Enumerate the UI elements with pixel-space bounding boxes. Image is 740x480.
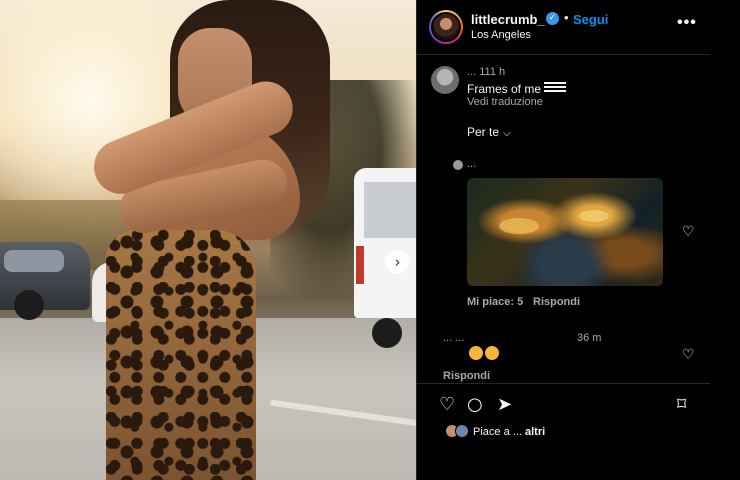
post-header: littlecrumb_ ✓ • Segui Los Angeles ••• bbox=[417, 0, 711, 55]
photo-wheel bbox=[14, 290, 44, 320]
share-icon[interactable]: ➤ bbox=[497, 396, 512, 414]
liked-by-prefix: Piace a bbox=[473, 426, 510, 438]
emoji-icon bbox=[469, 346, 483, 360]
comment-gif[interactable] bbox=[467, 178, 663, 286]
bookmark-icon[interactable]: ⌑ bbox=[677, 396, 686, 414]
liked-by-text[interactable]: Piace a ... altri bbox=[473, 426, 545, 438]
comment-likes-count[interactable]: Mi piace: 5 bbox=[467, 296, 523, 308]
like-heart-icon[interactable]: ♡ bbox=[439, 396, 455, 414]
comment-username[interactable]: ... bbox=[467, 158, 476, 170]
photo-wheel bbox=[372, 318, 402, 348]
comment-username[interactable]: ... ... bbox=[443, 332, 464, 344]
photo-van bbox=[354, 168, 416, 318]
follow-button[interactable]: Segui bbox=[573, 12, 608, 27]
avatar[interactable] bbox=[455, 424, 469, 438]
liked-by-others[interactable]: altri bbox=[525, 426, 545, 438]
photo-model-dress bbox=[106, 230, 256, 480]
like-comment-heart-icon[interactable]: ♡ bbox=[682, 348, 695, 362]
post-username[interactable]: littlecrumb_ bbox=[471, 12, 545, 27]
comment-icon[interactable]: ○ bbox=[467, 396, 483, 414]
reply-button[interactable]: Rispondi bbox=[443, 370, 490, 382]
see-translation-link[interactable]: Vedi traduzione bbox=[467, 96, 543, 108]
window-margin bbox=[710, 0, 740, 480]
post-location[interactable]: Los Angeles bbox=[471, 29, 531, 41]
more-options-icon[interactable]: ••• bbox=[677, 14, 697, 32]
emoji-icon bbox=[485, 346, 499, 360]
separator-dot: • bbox=[564, 10, 569, 25]
post-photo: › bbox=[0, 0, 416, 480]
comment-timestamp: 36 m bbox=[577, 332, 602, 344]
chevron-down-icon: ⌵ bbox=[503, 128, 511, 139]
verified-badge-icon: ✓ bbox=[546, 12, 559, 25]
divider bbox=[417, 383, 711, 384]
avatar[interactable] bbox=[453, 160, 463, 170]
caption-text-value: Frames of me bbox=[467, 82, 542, 96]
reply-button[interactable]: Rispondi bbox=[533, 296, 580, 308]
photo-car-dark bbox=[0, 242, 90, 310]
caption-text: Frames of me bbox=[467, 82, 567, 96]
flag-icon bbox=[544, 82, 567, 94]
avatar[interactable] bbox=[431, 66, 459, 94]
comment-filter-label: Per te bbox=[467, 125, 500, 139]
like-comment-heart-icon[interactable]: ♡ bbox=[682, 225, 695, 239]
comment-filter-dropdown[interactable]: Per te ⌵ bbox=[467, 125, 511, 139]
avatar[interactable] bbox=[429, 10, 463, 44]
chevron-right-icon: › bbox=[394, 252, 401, 271]
next-image-button[interactable]: › bbox=[385, 250, 409, 274]
post-details-panel: littlecrumb_ ✓ • Segui Los Angeles ••• .… bbox=[416, 0, 711, 480]
caption-username[interactable]: ... 111 h bbox=[467, 66, 505, 78]
